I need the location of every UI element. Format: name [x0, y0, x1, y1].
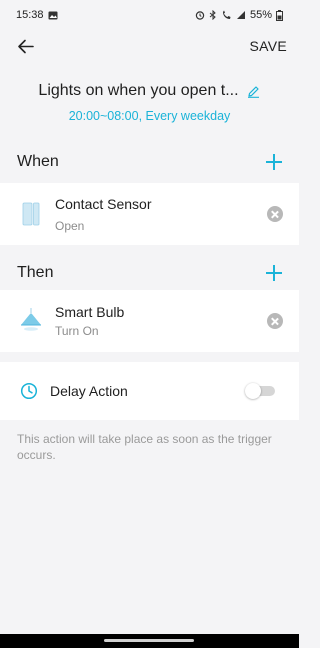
- delay-footnote: This action will take place as soon as t…: [17, 432, 272, 462]
- title-row: Lights on when you open t...: [0, 82, 299, 100]
- trigger-device-state: Open: [55, 218, 85, 233]
- trigger-device-name: Contact Sensor: [55, 195, 152, 212]
- trigger-card[interactable]: Contact Sensor Open: [0, 183, 299, 245]
- then-label: Then: [17, 264, 54, 281]
- wifi-call-icon: [222, 10, 231, 19]
- top-bar: SAVE: [0, 30, 299, 62]
- trigger-text: Contact Sensor Open: [55, 196, 267, 233]
- alarm-icon: [195, 11, 205, 20]
- status-bar: 15:38 55%: [0, 0, 299, 30]
- signal-icon: [236, 11, 245, 19]
- when-label: When: [17, 153, 59, 170]
- back-button[interactable]: [14, 35, 36, 57]
- arrow-left-icon: [17, 39, 34, 53]
- gallery-icon: [48, 11, 58, 19]
- toggle-knob: [245, 383, 261, 399]
- lamp-icon: [17, 307, 45, 335]
- bluetooth-icon: [209, 10, 216, 20]
- clock-icon: [20, 382, 38, 400]
- action-device-name: Smart Bulb: [55, 304, 125, 320]
- automation-schedule[interactable]: 20:00~08:00, Every weekday: [0, 109, 299, 123]
- save-button[interactable]: SAVE: [249, 38, 287, 54]
- status-time: 15:38: [16, 9, 44, 21]
- system-nav-bar: [0, 634, 299, 648]
- add-trigger-button[interactable]: [265, 153, 283, 171]
- add-action-button[interactable]: [265, 264, 283, 282]
- then-section-header: Then: [0, 255, 299, 291]
- edit-icon[interactable]: [247, 84, 261, 98]
- battery-icon: [276, 9, 283, 21]
- action-text: Smart Bulb Turn On: [55, 304, 267, 338]
- when-section-header: When: [0, 144, 299, 180]
- remove-action-button[interactable]: [267, 313, 283, 329]
- action-device-state: Turn On: [55, 324, 99, 338]
- battery-percent: 55%: [249, 9, 272, 21]
- status-left: 15:38: [16, 9, 58, 21]
- status-right: 55%: [195, 9, 283, 21]
- delay-action-row: Delay Action: [0, 362, 299, 420]
- home-gesture-handle[interactable]: [104, 639, 194, 642]
- remove-trigger-button[interactable]: [267, 206, 283, 222]
- automation-title: Lights on when you open t...: [38, 82, 239, 99]
- delay-action-toggle[interactable]: [245, 383, 277, 399]
- delay-action-label: Delay Action: [50, 383, 128, 399]
- action-card[interactable]: Smart Bulb Turn On: [0, 290, 299, 352]
- contact-sensor-icon: [17, 201, 45, 227]
- pencil-icon: [248, 85, 260, 98]
